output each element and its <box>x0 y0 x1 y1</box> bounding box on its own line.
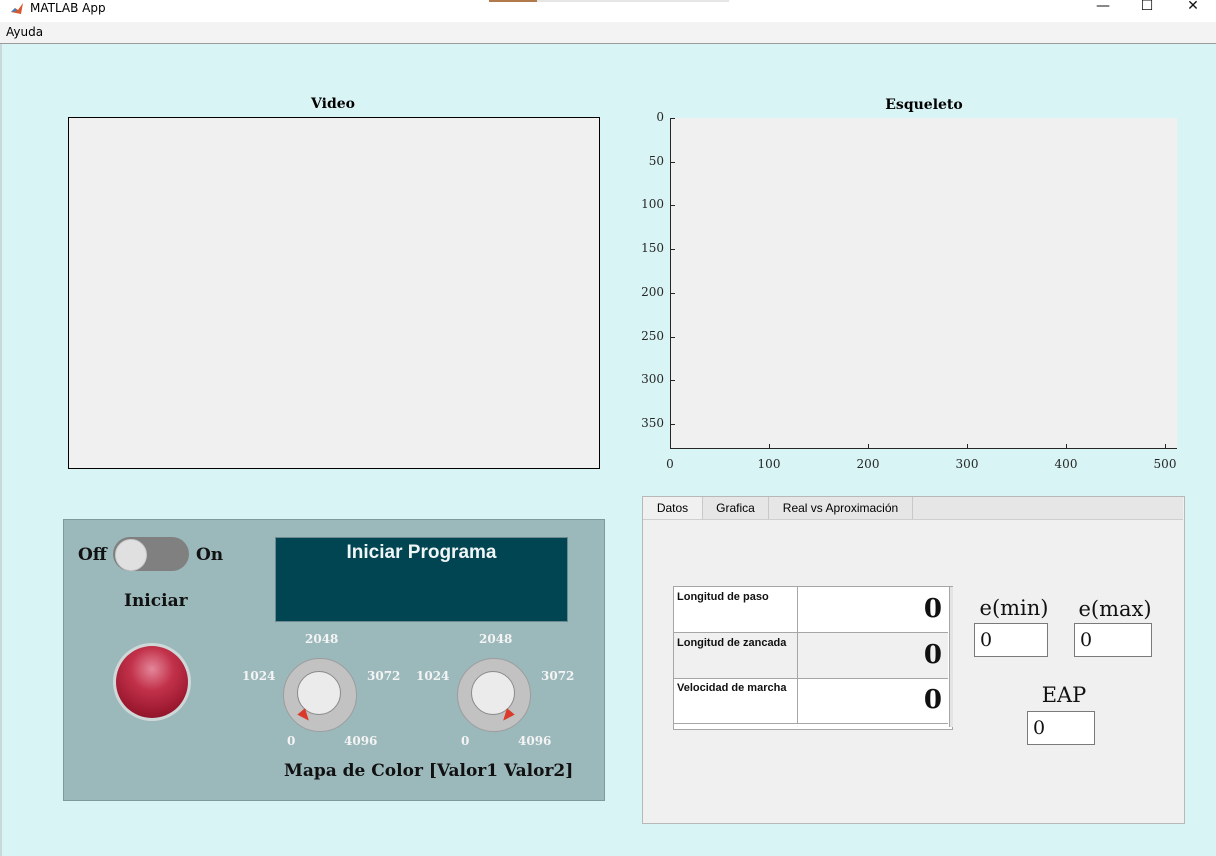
video-title: Video <box>311 96 355 112</box>
eap-label: EAP <box>1041 683 1087 707</box>
start-program-button[interactable]: Iniciar Programa <box>275 537 568 622</box>
x-tick-label: 200 <box>856 457 880 471</box>
table-scrollbar[interactable] <box>949 587 953 727</box>
x-tick-mark <box>1066 444 1067 448</box>
row-value[interactable]: 0 <box>798 587 948 632</box>
y-tick-label: 100 <box>641 197 664 212</box>
minimize-icon: — <box>1096 0 1110 14</box>
y-tick-mark <box>671 380 675 382</box>
maximize-button[interactable]: ☐ <box>1124 0 1170 14</box>
knob2-label-3072: 3072 <box>541 669 575 683</box>
x-tick-label: 400 <box>1054 457 1078 471</box>
iniciar-label: Iniciar <box>124 591 188 611</box>
close-icon: ✕ <box>1187 0 1199 14</box>
x-tick-mark <box>670 444 671 448</box>
y-tick-mark <box>671 118 675 119</box>
row-label: Velocidad de marcha <box>674 678 798 723</box>
tab-real-vs-aproximacion[interactable]: Real vs Aproximación <box>769 497 913 519</box>
emin-field[interactable]: 0 <box>974 623 1048 657</box>
x-tick-label: 100 <box>757 457 781 471</box>
status-lamp <box>116 646 188 718</box>
emax-field[interactable]: 0 <box>1074 623 1152 657</box>
knob2-label-4096: 4096 <box>518 734 552 748</box>
x-tick-label: 500 <box>1153 457 1177 471</box>
x-tick-label: 300 <box>955 457 979 471</box>
table-row: Longitud de paso 0 <box>674 587 948 633</box>
y-tick-mark <box>671 249 675 251</box>
knob1-label-1024: 1024 <box>242 669 276 683</box>
row-label: Longitud de zancada <box>674 633 798 678</box>
row-value[interactable]: 0 <box>798 633 948 678</box>
maximize-icon: ☐ <box>1140 0 1154 14</box>
x-tick-mark <box>967 444 968 448</box>
skeleton-title: Esqueleto <box>885 97 963 113</box>
tab-grafica[interactable]: Grafica <box>703 497 769 519</box>
y-tick-label: 50 <box>648 153 664 168</box>
minimize-button[interactable]: — <box>1080 0 1126 14</box>
window-left-edge <box>0 44 2 856</box>
menu-bar: Ayuda <box>0 22 1216 44</box>
knob1-label-4096: 4096 <box>344 734 378 748</box>
video-axes <box>68 117 600 469</box>
menu-item-ayuda[interactable]: Ayuda <box>6 25 43 39</box>
x-tick-mark <box>868 444 869 448</box>
skeleton-axes <box>671 118 1177 449</box>
switch-on-label: On <box>196 545 224 565</box>
y-tick-label: 350 <box>641 415 664 430</box>
y-tick-mark <box>671 161 675 163</box>
table-row: Velocidad de marcha 0 <box>674 678 948 724</box>
x-tick-label: 0 <box>666 457 674 471</box>
x-tick-mark <box>1165 444 1166 448</box>
skeleton-y-axis <box>670 118 671 449</box>
row-value[interactable]: 0 <box>798 678 948 723</box>
knob2-label-2048: 2048 <box>479 632 513 646</box>
title-bar: MATLAB App — ☐ ✕ <box>0 0 1216 22</box>
knob1-label-0: 0 <box>287 734 296 748</box>
row-label: Longitud de paso <box>674 587 798 632</box>
x-tick-mark <box>769 444 770 448</box>
y-tick-label: 250 <box>641 328 664 343</box>
knob2-label-1024: 1024 <box>416 669 450 683</box>
switch-off-label: Off <box>78 545 107 565</box>
y-tick-label: 150 <box>641 241 664 256</box>
y-tick-mark <box>671 205 675 207</box>
emax-label: e(max) <box>1078 597 1152 621</box>
loading-progress-fill <box>489 0 537 2</box>
emin-label: e(min) <box>979 596 1049 620</box>
table-row: Longitud de zancada 0 <box>674 633 948 679</box>
y-tick-label: 200 <box>641 284 664 299</box>
start-switch-knob[interactable] <box>115 539 147 571</box>
y-tick-label: 300 <box>641 372 664 387</box>
matlab-logo-icon <box>11 3 23 14</box>
close-button[interactable]: ✕ <box>1170 0 1216 14</box>
color-map-label: Mapa de Color [Valor1 Valor2] <box>284 761 574 781</box>
tab-datos[interactable]: Datos <box>643 497 703 519</box>
eap-field[interactable]: 0 <box>1027 711 1095 745</box>
y-tick-label: 0 <box>656 110 664 124</box>
knob1-label-2048: 2048 <box>305 632 339 646</box>
skeleton-x-axis <box>670 448 1177 449</box>
knob1-label-3072: 3072 <box>367 669 401 683</box>
knob2-label-0: 0 <box>461 734 470 748</box>
y-tick-mark <box>671 292 675 294</box>
window-title: MATLAB App <box>30 1 106 15</box>
loading-progress-bar <box>489 0 729 2</box>
y-tick-mark <box>671 423 675 425</box>
y-tick-mark <box>671 336 675 338</box>
